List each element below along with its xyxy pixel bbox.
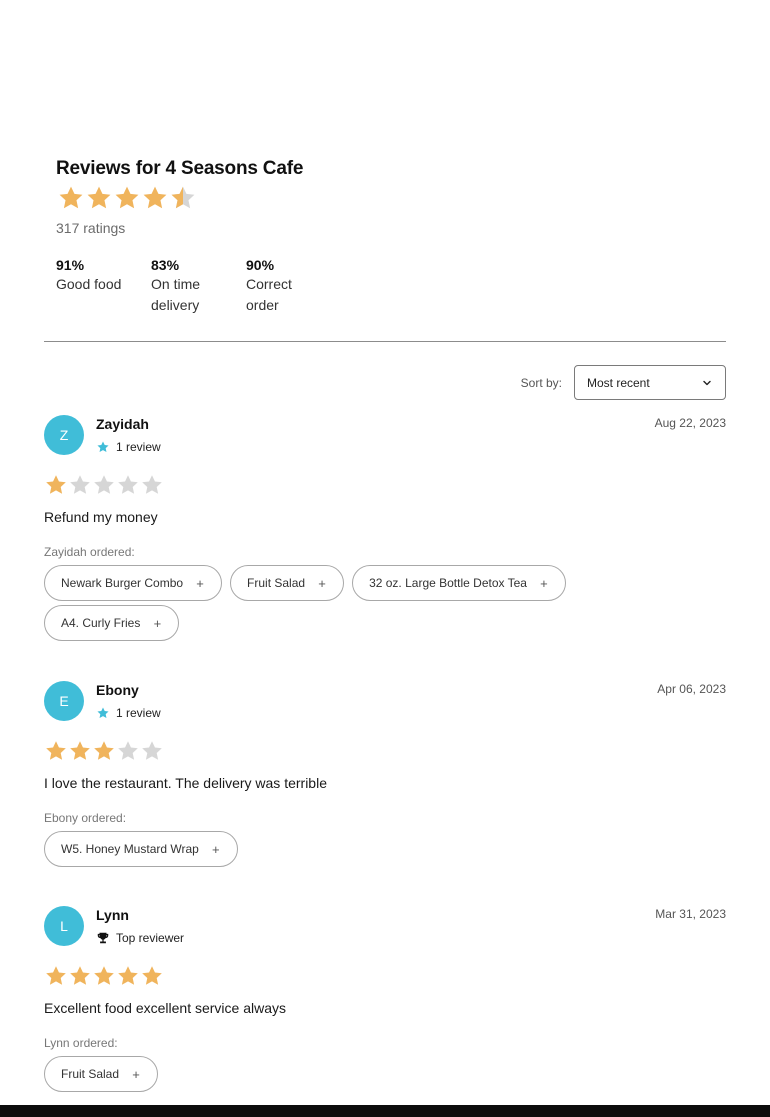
review-date: Mar 31, 2023	[655, 907, 726, 921]
review-card: E Ebony 1 review Apr 06, 2023 I love the…	[44, 681, 726, 867]
reviewer-name: Ebony	[96, 682, 139, 698]
section-divider	[44, 341, 726, 342]
add-item-chip[interactable]: W5. Honey Mustard Wrap +	[44, 831, 238, 867]
stat-label: On time delivery	[151, 276, 201, 313]
item-name: Newark Burger Combo	[61, 576, 184, 590]
trophy-icon	[96, 931, 110, 945]
stat-percent: 83%	[151, 257, 180, 273]
star-empty-icon	[68, 473, 92, 497]
ordered-items: W5. Honey Mustard Wrap +	[44, 831, 604, 867]
stat-percent: 91%	[56, 257, 85, 273]
review-rating-stars	[44, 964, 726, 988]
reviewer-badge: 1 review	[96, 706, 161, 720]
review-text: Excellent food excellent service always	[44, 1000, 287, 1016]
star-filled-icon	[113, 184, 141, 212]
review-text: I love the restaurant. The delivery was …	[44, 775, 327, 791]
avatar: L	[44, 906, 84, 946]
rating-stats: 91% Good food 83% On time delivery 90% C…	[56, 256, 456, 316]
stat-label: Correct order	[246, 276, 292, 313]
star-icon	[96, 440, 110, 454]
avatar: E	[44, 681, 84, 721]
sort-control: Sort by: Most recent	[521, 365, 726, 400]
add-item-chip[interactable]: A4. Curly Fries +	[44, 605, 180, 641]
star-filled-icon	[85, 184, 113, 212]
bottom-bar	[0, 1105, 770, 1117]
star-filled-icon	[116, 964, 140, 988]
star-filled-icon	[141, 184, 169, 212]
review-date: Aug 22, 2023	[654, 416, 726, 430]
item-name: Fruit Salad	[61, 1067, 120, 1081]
review-card: L Lynn Top reviewer Mar 31, 2023 Excelle…	[44, 906, 726, 1092]
star-filled-icon	[44, 473, 68, 497]
reviewer-badge-text: Top reviewer	[116, 931, 185, 945]
item-name: 32 oz. Large Bottle Detox Tea	[369, 576, 527, 590]
reviewer-badge-text: 1 review	[116, 440, 161, 454]
avatar: Z	[44, 415, 84, 455]
star-filled-icon	[92, 739, 116, 763]
item-name: A4. Curly Fries	[61, 616, 141, 630]
star-icon	[96, 706, 110, 720]
overall-rating-stars	[57, 184, 456, 212]
review-rating-stars	[44, 739, 726, 763]
plus-icon: +	[196, 575, 204, 591]
plus-icon: +	[132, 1066, 140, 1082]
ratings-count: 317 ratings	[56, 220, 126, 236]
page-title: Reviews for 4 Seasons Cafe	[56, 158, 304, 179]
review-text: Refund my money	[44, 509, 158, 525]
add-item-chip[interactable]: 32 oz. Large Bottle Detox Tea +	[352, 565, 566, 601]
plus-icon: +	[540, 575, 548, 591]
ordered-items: Fruit Salad +	[44, 1056, 604, 1092]
star-empty-icon	[116, 739, 140, 763]
star-filled-icon	[44, 964, 68, 988]
star-filled-icon	[44, 739, 68, 763]
reviewer-badge-text: 1 review	[116, 706, 161, 720]
star-half-icon	[169, 184, 197, 212]
reviewer-badge: Top reviewer	[96, 931, 184, 945]
plus-icon: +	[153, 615, 162, 631]
ordered-label: Lynn ordered:	[44, 1036, 118, 1050]
add-item-chip[interactable]: Fruit Salad +	[44, 1056, 159, 1092]
chevron-down-icon	[701, 377, 713, 389]
plus-icon: +	[318, 575, 326, 591]
review-date: Apr 06, 2023	[657, 682, 726, 696]
star-filled-icon	[68, 964, 92, 988]
star-empty-icon	[140, 473, 164, 497]
sort-selected-value: Most recent	[587, 375, 650, 390]
reviewer-badge: 1 review	[96, 440, 161, 454]
ordered-label: Ebony ordered:	[44, 811, 127, 825]
star-filled-icon	[57, 184, 85, 212]
stat-label: Good food	[56, 276, 122, 292]
plus-icon: +	[212, 841, 220, 857]
star-filled-icon	[92, 964, 116, 988]
item-name: Fruit Salad	[247, 576, 306, 590]
sort-select[interactable]: Most recent	[574, 365, 726, 400]
ratings-summary: Reviews for 4 Seasons Cafe 317 ratings 9…	[56, 156, 456, 316]
review-rating-stars	[44, 473, 726, 497]
ordered-label: Zayidah ordered:	[44, 545, 135, 559]
star-empty-icon	[116, 473, 140, 497]
star-filled-icon	[140, 964, 164, 988]
star-empty-icon	[140, 739, 164, 763]
stat-good-food: 91% Good food	[56, 256, 151, 316]
add-item-chip[interactable]: Newark Burger Combo +	[44, 565, 223, 601]
ordered-items: Newark Burger Combo + Fruit Salad + 32 oz.…	[44, 565, 604, 641]
add-item-chip[interactable]: Fruit Salad +	[230, 565, 345, 601]
stat-correct-order: 90% Correct order	[246, 256, 341, 316]
stat-percent: 90%	[246, 257, 275, 273]
stat-on-time-delivery: 83% On time delivery	[151, 256, 246, 316]
reviewer-name: Zayidah	[96, 416, 149, 432]
sort-label: Sort by:	[520, 375, 562, 390]
item-name: W5. Honey Mustard Wrap	[61, 842, 199, 856]
reviewer-name: Lynn	[96, 907, 129, 923]
review-card: Z Zayidah 1 review Aug 22, 2023 Refund m…	[44, 415, 726, 641]
star-empty-icon	[92, 473, 116, 497]
star-filled-icon	[68, 739, 92, 763]
